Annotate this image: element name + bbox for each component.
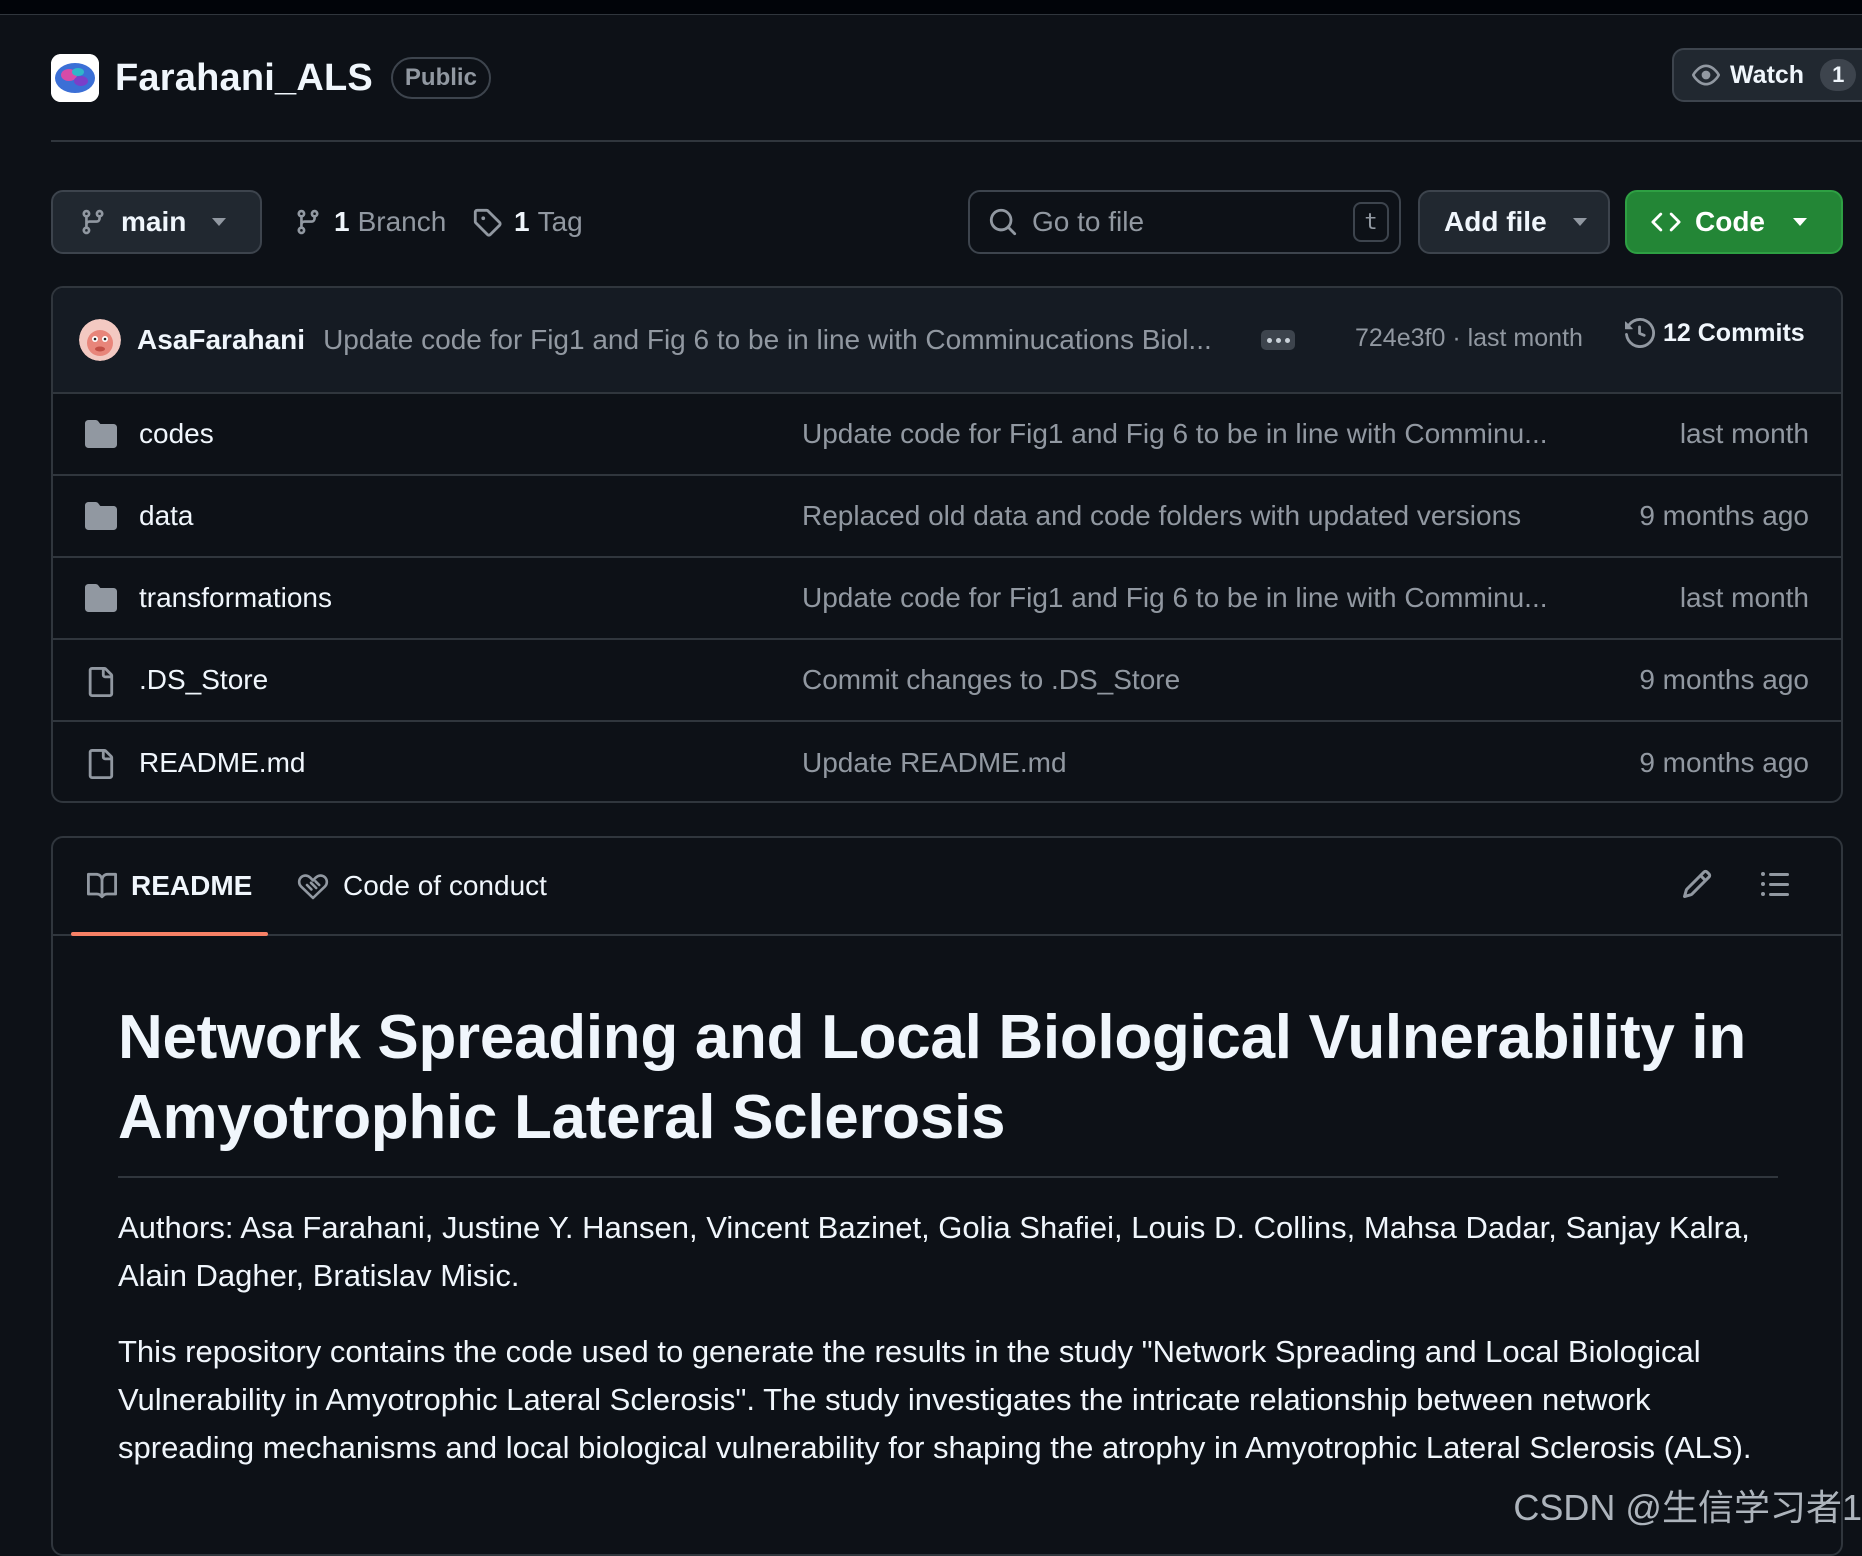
commits-history-link[interactable]: 12 Commits	[1625, 318, 1805, 348]
go-to-file-input[interactable]: Go to file t	[968, 190, 1401, 254]
visibility-badge: Public	[390, 57, 491, 99]
readme-authors: Authors: Asa Farahani, Justine Y. Hansen…	[118, 1210, 1750, 1293]
readme-tabs: README Code of conduct	[53, 838, 1841, 936]
commit-sha-time[interactable]: 724e3f0 · last month	[1355, 324, 1583, 353]
file-icon	[85, 666, 115, 698]
table-row[interactable]: .DS_Store Commit changes to .DS_Store 9 mo…	[53, 640, 1841, 722]
history-icon	[1625, 318, 1655, 348]
tag-icon	[472, 207, 502, 237]
table-row[interactable]: codes Update code for Fig1 and Fig 6 to b…	[53, 394, 1841, 476]
repo-name[interactable]: Farahani_ALS	[115, 57, 373, 100]
edit-readme-button[interactable]	[1681, 868, 1713, 900]
file-commit-message-link[interactable]: Update README.md	[802, 747, 1067, 779]
tab-readme-label: README	[131, 870, 253, 901]
readme-content: Network Spreading and Local Biological V…	[118, 998, 1778, 1472]
file-name-link[interactable]: codes	[139, 418, 214, 450]
file-commit-message-link[interactable]: Update code for Fig1 and Fig 6 to be in …	[802, 418, 1548, 450]
file-name-link[interactable]: transformations	[139, 582, 332, 614]
commit-message-link[interactable]: Update code for Fig1 and Fig 6 to be in …	[323, 324, 1212, 356]
keyboard-shortcut-hint: t	[1353, 202, 1389, 242]
latest-commit-bar: AsaFarahani Update code for Fig1 and Fig…	[53, 288, 1841, 394]
commits-count-label: 12 Commits	[1663, 318, 1805, 347]
file-commit-time: last month	[1679, 582, 1809, 613]
branch-name: main	[121, 206, 187, 237]
tags-label: Tag	[537, 206, 583, 237]
git-branch-icon	[79, 208, 107, 236]
folder-icon	[85, 420, 117, 448]
branches-link[interactable]: 1 Branch	[294, 200, 446, 244]
file-name-link[interactable]: .DS_Store	[139, 664, 268, 696]
chevron-down-icon	[1793, 218, 1807, 226]
book-icon	[87, 871, 117, 901]
tags-count: 1	[514, 206, 530, 237]
expand-commit-message-button[interactable]	[1261, 330, 1295, 350]
chevron-down-icon	[1572, 218, 1587, 226]
avatar[interactable]	[79, 319, 121, 361]
file-browser: AsaFarahani Update code for Fig1 and Fig…	[51, 286, 1843, 803]
watch-button[interactable]: Watch 1	[1672, 48, 1862, 102]
outline-button[interactable]	[1759, 868, 1791, 900]
watch-count: 1	[1820, 59, 1857, 91]
add-file-button[interactable]: Add file	[1418, 190, 1610, 254]
readme-title: Network Spreading and Local Biological V…	[118, 998, 1778, 1178]
header-divider	[51, 140, 1862, 142]
repo-avatar[interactable]	[51, 54, 99, 102]
file-name-link[interactable]: data	[139, 500, 194, 532]
branches-count: 1	[334, 206, 350, 237]
add-file-label: Add file	[1444, 206, 1547, 237]
branches-label: Branch	[357, 206, 447, 237]
code-button[interactable]: Code	[1625, 190, 1843, 254]
table-row[interactable]: transformations Update code for Fig1 and …	[53, 558, 1841, 640]
file-icon	[85, 748, 115, 780]
chevron-down-icon	[212, 218, 227, 226]
file-name-link[interactable]: README.md	[139, 747, 305, 779]
file-commit-message-link[interactable]: Replaced old data and code folders with …	[802, 500, 1521, 532]
top-navbar-strip	[0, 0, 1862, 15]
search-placeholder: Go to file	[1032, 206, 1145, 237]
tab-readme[interactable]: README	[71, 838, 269, 936]
list-icon	[1759, 868, 1791, 900]
repo-header: Farahani_ALS Public	[51, 50, 491, 106]
file-commit-time: 9 months ago	[1639, 747, 1809, 778]
file-commit-time: 9 months ago	[1639, 500, 1809, 531]
table-row[interactable]: README.md Update README.md 9 months ago	[53, 722, 1841, 801]
tab-conduct-label: Code of conduct	[343, 870, 547, 901]
file-commit-time: last month	[1679, 418, 1809, 449]
git-branch-icon	[294, 208, 322, 236]
branch-selector-button[interactable]: main	[51, 190, 262, 254]
search-icon	[988, 207, 1018, 237]
heart-handshake-icon	[297, 870, 329, 902]
tags-link[interactable]: 1 Tag	[472, 200, 583, 244]
folder-icon	[85, 584, 117, 612]
eye-icon	[1692, 61, 1720, 89]
watermark-text: CSDN @生信学习者1	[1513, 1487, 1862, 1528]
table-row[interactable]: data Replaced old data and code folders w…	[53, 476, 1841, 558]
watch-label: Watch	[1730, 60, 1805, 89]
commit-author-link[interactable]: AsaFarahani	[137, 324, 305, 356]
code-icon	[1651, 207, 1681, 237]
code-label: Code	[1695, 206, 1765, 237]
readme-description: This repository contains the code used t…	[118, 1334, 1752, 1465]
file-commit-message-link[interactable]: Commit changes to .DS_Store	[802, 664, 1180, 696]
file-commit-time: 9 months ago	[1639, 664, 1809, 695]
readme-panel: README Code of conduct Network Spreading…	[51, 836, 1843, 1556]
file-commit-message-link[interactable]: Update code for Fig1 and Fig 6 to be in …	[802, 582, 1548, 614]
tab-code-of-conduct[interactable]: Code of conduct	[297, 838, 547, 934]
folder-icon	[85, 502, 117, 530]
pencil-icon	[1681, 868, 1713, 900]
